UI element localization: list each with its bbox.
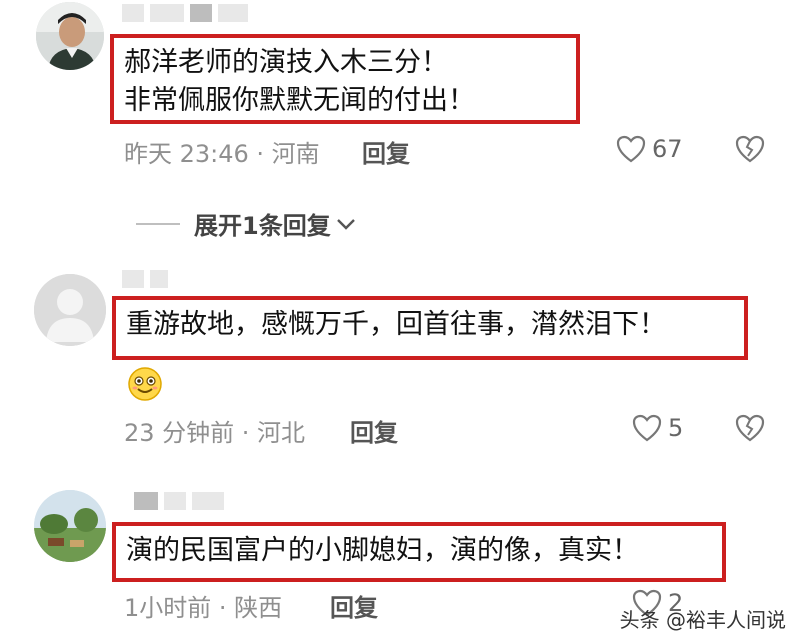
divider <box>136 222 180 225</box>
comment-text-line: 郝洋老师的演技入木三分！ <box>124 47 448 78</box>
user-photo-avatar-image <box>36 2 104 70</box>
like-button[interactable]: 67 <box>616 134 683 164</box>
expand-replies-button[interactable]: 展开1条回复 <box>136 206 357 241</box>
username-blurred[interactable] <box>122 270 174 292</box>
like-count: 5 <box>668 414 684 442</box>
avatar[interactable] <box>34 490 106 562</box>
reply-button[interactable]: 回复 <box>362 134 410 169</box>
comment-timestamp-location: 1小时前 · 陕西 <box>124 594 283 622</box>
comment-text-line: 演的民国富户的小脚媳妇，演的像，真实！ <box>126 535 639 566</box>
comment-timestamp-location: 23 分钟前 · 河北 <box>124 419 306 447</box>
username-blurred[interactable] <box>134 492 230 514</box>
comment-text-box: 重游故地，感慨万千，回首往事，潸然泪下！ <box>112 296 748 360</box>
watermark: 头条 @裕丰人间说 <box>619 608 786 632</box>
comment-text-line: 重游故地，感慨万千，回首往事，潸然泪下！ <box>126 309 666 340</box>
comment-text-line: 非常佩服你默默无闻的付出！ <box>124 85 475 116</box>
avatar[interactable] <box>36 2 104 70</box>
expand-replies-label: 展开1条回复 <box>194 212 331 240</box>
smiling-face-icon <box>128 367 162 401</box>
comment-timestamp-location: 昨天 23:46 · 河南 <box>124 140 320 168</box>
like-count: 67 <box>652 135 683 163</box>
chevron-down-icon <box>336 218 355 230</box>
broken-heart-icon[interactable] <box>734 413 766 443</box>
heart-outline-icon <box>632 414 662 442</box>
like-button[interactable]: 5 <box>632 413 683 443</box>
broken-heart-icon[interactable] <box>734 134 766 164</box>
username-blurred[interactable] <box>122 4 254 26</box>
comment-text-box: 郝洋老师的演技入木三分！ 非常佩服你默默无闻的付出！ <box>110 34 580 124</box>
comment-1: 郝洋老师的演技入木三分！ 非常佩服你默默无闻的付出！ 昨天 23:46 · 河南… <box>0 0 800 260</box>
reply-button[interactable]: 回复 <box>350 413 398 448</box>
avatar[interactable] <box>34 274 106 346</box>
comment-text-box: 演的民国富户的小脚媳妇，演的像，真实！ <box>112 522 726 582</box>
default-avatar-image <box>34 274 106 346</box>
heart-outline-icon <box>616 135 646 163</box>
reply-button[interactable]: 回复 <box>330 588 378 623</box>
landscape-avatar-image <box>34 490 106 562</box>
